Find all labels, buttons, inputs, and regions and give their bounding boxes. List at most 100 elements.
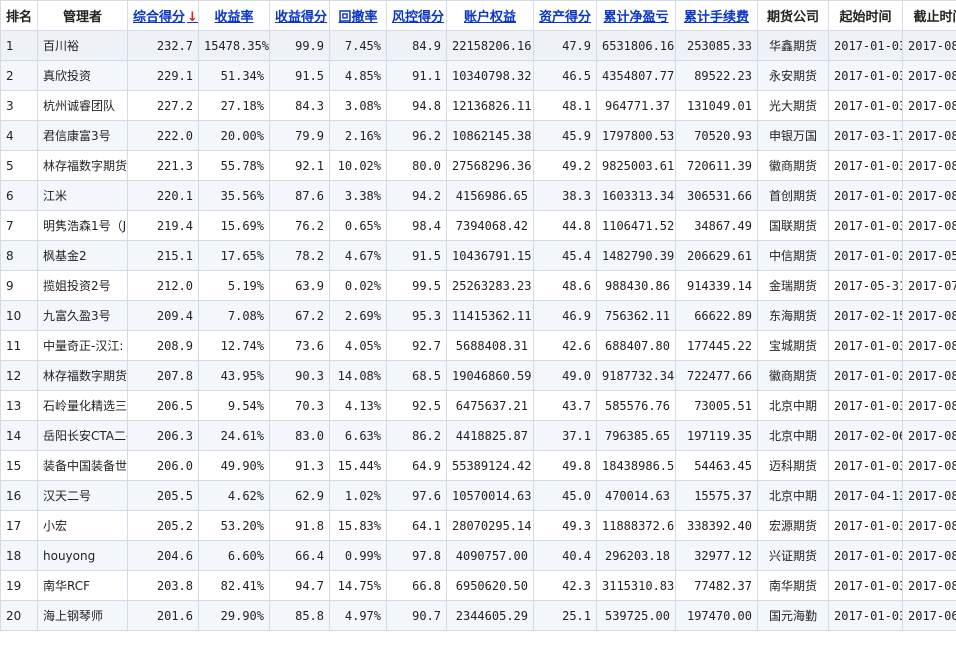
futures-company-cell: 徽商期货 [757, 150, 829, 181]
drawdown-cell: 4.67% [329, 240, 387, 271]
manager-cell: 小宏 [37, 510, 128, 541]
risk-score-cell: 99.5 [386, 270, 447, 301]
rank-cell: 9 [0, 270, 38, 301]
return-rate-cell: 7.08% [198, 300, 270, 331]
start-date-cell: 2017-03-17 [828, 120, 903, 151]
equity-cell: 7394068.42 [446, 210, 534, 241]
end-date-cell: 2017-08-08 [902, 180, 956, 211]
table-row: 8 枫基金2 215.1 17.65% 78.2 4.67% 91.5 10436791.15… [0, 240, 956, 271]
risk-score-cell: 64.9 [386, 450, 447, 481]
return-rate-cell: 55.78% [198, 150, 270, 181]
net-profit-cell: 988430.86 [596, 270, 676, 301]
header-net-profit-link[interactable]: 累计净盈亏 [596, 0, 676, 31]
return-rate-cell: 27.18% [198, 90, 270, 121]
futures-company-cell: 国元海勤 [757, 600, 829, 631]
drawdown-cell: 3.08% [329, 90, 387, 121]
risk-score-cell: 91.1 [386, 60, 447, 91]
return-score-cell: 99.9 [269, 30, 330, 61]
equity-cell: 25263283.23 [446, 270, 534, 301]
drawdown-cell: 14.75% [329, 570, 387, 601]
fee-cell: 197119.35 [675, 420, 758, 451]
manager-cell: 林存福数字期货 [37, 150, 128, 181]
futures-company-cell: 宝城期货 [757, 330, 829, 361]
header-return-score-link[interactable]: 收益得分 [269, 0, 330, 31]
net-profit-cell: 18438986.55 [596, 450, 676, 481]
end-date-cell: 2017-08-08 [902, 150, 956, 181]
return-rate-cell: 35.56% [198, 180, 270, 211]
return-rate-cell: 49.90% [198, 450, 270, 481]
end-date-cell: 2017-08-08 [902, 120, 956, 151]
futures-company-cell: 迈科期货 [757, 450, 829, 481]
drawdown-cell: 2.16% [329, 120, 387, 151]
net-profit-cell: 688407.80 [596, 330, 676, 361]
asset-score-cell: 49.2 [533, 150, 597, 181]
rank-cell: 16 [0, 480, 38, 511]
ranking-table: 排名 管理者 综合得分 ↓ 收益率 收益得分 回撤率 风控得分 账户权益 资产得分… [0, 0, 956, 631]
table-row: 17 小宏 205.2 53.20% 91.8 15.83% 64.1 28070295.14… [0, 510, 956, 541]
drawdown-cell: 14.08% [329, 360, 387, 391]
header-fee-link[interactable]: 累计手续费 [675, 0, 758, 31]
return-rate-cell: 82.41% [198, 570, 270, 601]
net-profit-cell: 1797800.53 [596, 120, 676, 151]
composite-score-cell: 203.8 [127, 570, 199, 601]
table-row: 5 林存福数字期货 221.3 55.78% 92.1 10.02% 80.0 2756829… [0, 150, 956, 181]
header-drawdown-link[interactable]: 回撤率 [329, 0, 387, 31]
start-date-cell: 2017-01-03 [828, 60, 903, 91]
manager-cell: houyong [37, 540, 128, 571]
return-score-cell: 84.3 [269, 90, 330, 121]
table-row: 13 石岭量化精选三 206.5 9.54% 70.3 4.13% 92.5 6475637.… [0, 390, 956, 421]
composite-score-cell: 221.3 [127, 150, 199, 181]
return-score-cell: 76.2 [269, 210, 330, 241]
net-profit-cell: 756362.11 [596, 300, 676, 331]
net-profit-cell: 1482790.39 [596, 240, 676, 271]
equity-cell: 4156986.65 [446, 180, 534, 211]
return-rate-cell: 43.95% [198, 360, 270, 391]
header-return-rate-link[interactable]: 收益率 [198, 0, 270, 31]
return-score-cell: 66.4 [269, 540, 330, 571]
return-rate-cell: 4.62% [198, 480, 270, 511]
header-end-date: 截止时间 [902, 0, 956, 31]
manager-cell: 枫基金2 [37, 240, 128, 271]
risk-score-cell: 92.7 [386, 330, 447, 361]
return-rate-cell: 51.34% [198, 60, 270, 91]
net-profit-cell: 9187732.34 [596, 360, 676, 391]
table-row: 18 houyong 204.6 6.60% 66.4 0.99% 97.8 4090757.… [0, 540, 956, 571]
drawdown-cell: 4.05% [329, 330, 387, 361]
start-date-cell: 2017-02-15 [828, 300, 903, 331]
manager-cell: 中量奇正-汉江: [37, 330, 128, 361]
net-profit-cell: 470014.63 [596, 480, 676, 511]
return-score-cell: 73.6 [269, 330, 330, 361]
table-row: 14 岳阳长安CTA二- 206.3 24.61% 83.0 6.63% 86.2 44188… [0, 420, 956, 451]
rank-cell: 4 [0, 120, 38, 151]
drawdown-cell: 4.13% [329, 390, 387, 421]
manager-cell: 石岭量化精选三 [37, 390, 128, 421]
header-manager: 管理者 [37, 0, 128, 31]
return-score-cell: 78.2 [269, 240, 330, 271]
manager-cell: 海上钢琴师 [37, 600, 128, 631]
asset-score-cell: 45.0 [533, 480, 597, 511]
risk-score-cell: 91.5 [386, 240, 447, 271]
fee-cell: 34867.49 [675, 210, 758, 241]
futures-company-cell: 永安期货 [757, 60, 829, 91]
start-date-cell: 2017-01-03 [828, 330, 903, 361]
rank-cell: 18 [0, 540, 38, 571]
risk-score-cell: 94.8 [386, 90, 447, 121]
drawdown-cell: 2.69% [329, 300, 387, 331]
risk-score-cell: 94.2 [386, 180, 447, 211]
risk-score-cell: 97.8 [386, 540, 447, 571]
risk-score-cell: 84.9 [386, 30, 447, 61]
return-score-cell: 87.6 [269, 180, 330, 211]
return-score-cell: 90.3 [269, 360, 330, 391]
return-score-cell: 70.3 [269, 390, 330, 421]
header-asset-score-link[interactable]: 资产得分 [533, 0, 597, 31]
equity-cell: 4418825.87 [446, 420, 534, 451]
fee-cell: 66622.89 [675, 300, 758, 331]
drawdown-cell: 4.97% [329, 600, 387, 631]
composite-score-cell: 205.5 [127, 480, 199, 511]
composite-score-cell: 205.2 [127, 510, 199, 541]
futures-company-cell: 金瑞期货 [757, 270, 829, 301]
header-equity-link[interactable]: 账户权益 [446, 0, 534, 31]
header-composite-score-link[interactable]: 综合得分 ↓ [127, 0, 199, 31]
header-risk-score-link[interactable]: 风控得分 [386, 0, 447, 31]
equity-cell: 10862145.38 [446, 120, 534, 151]
